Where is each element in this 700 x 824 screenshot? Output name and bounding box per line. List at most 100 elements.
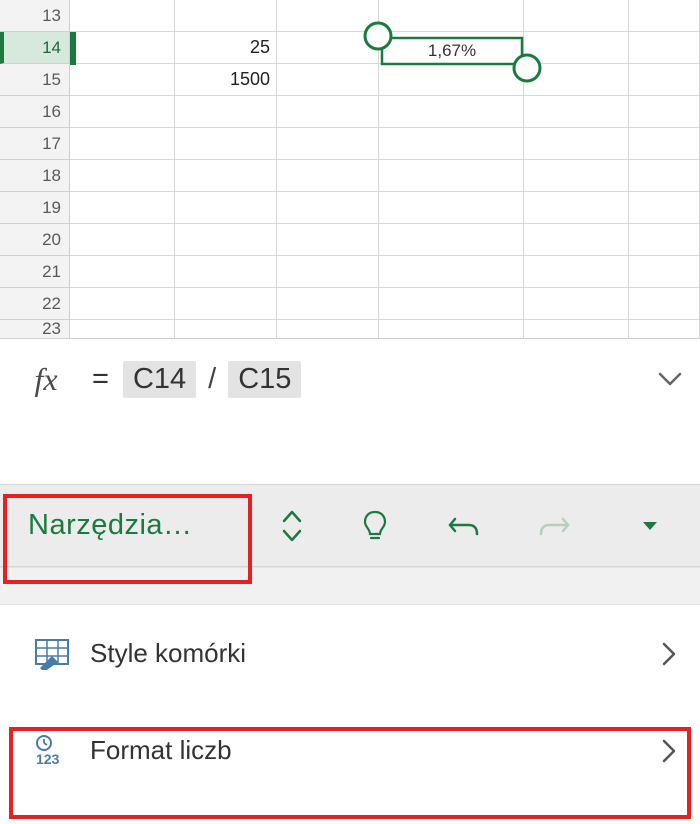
cell[interactable]	[629, 224, 700, 256]
cell[interactable]	[175, 192, 277, 224]
ribbon-toolbar: Narzędzia…	[0, 484, 700, 567]
row-header[interactable]: 22	[0, 288, 70, 320]
cell[interactable]	[70, 256, 175, 288]
formula-ref[interactable]: C15	[228, 361, 301, 398]
cell[interactable]	[175, 256, 277, 288]
number-format-item[interactable]: 123 Format liczb	[0, 702, 700, 799]
cell[interactable]	[629, 320, 700, 338]
cell[interactable]	[277, 128, 379, 160]
cell[interactable]	[379, 320, 524, 338]
formula-bar[interactable]: fx = C14 / C15	[0, 338, 700, 484]
cell[interactable]	[70, 224, 175, 256]
chevron-down-icon	[658, 372, 682, 386]
cell[interactable]: 25	[175, 32, 277, 64]
spreadsheet-grid[interactable]: 13 14 25 15 1500 16 17 18 19	[0, 0, 700, 338]
row-header[interactable]: 14	[0, 32, 70, 64]
cell[interactable]	[277, 192, 379, 224]
cell[interactable]	[277, 320, 379, 338]
cell[interactable]	[629, 288, 700, 320]
cell[interactable]	[70, 192, 175, 224]
cell[interactable]	[379, 128, 524, 160]
row-header[interactable]: 23	[0, 320, 70, 338]
cell[interactable]	[277, 96, 379, 128]
cell[interactable]	[277, 224, 379, 256]
cell[interactable]	[629, 256, 700, 288]
cell[interactable]	[629, 160, 700, 192]
cell[interactable]	[175, 224, 277, 256]
cell[interactable]	[379, 256, 524, 288]
row-header[interactable]: 20	[0, 224, 70, 256]
cell[interactable]	[524, 192, 629, 224]
cell[interactable]	[524, 0, 629, 32]
ideas-button[interactable]	[331, 485, 419, 566]
cell[interactable]	[524, 64, 629, 96]
row-header[interactable]: 19	[0, 192, 70, 224]
cell[interactable]	[175, 288, 277, 320]
cell[interactable]	[524, 320, 629, 338]
cell-styles-icon	[24, 638, 80, 670]
row-header[interactable]: 17	[0, 128, 70, 160]
cell[interactable]	[629, 128, 700, 160]
cell[interactable]	[379, 192, 524, 224]
tools-label: Narzędzia…	[28, 509, 193, 542]
cell[interactable]	[379, 64, 524, 96]
cell[interactable]	[70, 320, 175, 338]
chevron-right-icon	[662, 739, 676, 763]
expand-collapse-button[interactable]	[253, 485, 331, 566]
cell[interactable]	[70, 64, 175, 96]
row-header[interactable]: 21	[0, 256, 70, 288]
cell[interactable]	[379, 96, 524, 128]
cell[interactable]	[379, 224, 524, 256]
cell[interactable]	[277, 64, 379, 96]
cell[interactable]	[70, 288, 175, 320]
cell[interactable]: 1500	[175, 64, 277, 96]
cell[interactable]	[277, 256, 379, 288]
cell[interactable]	[629, 32, 700, 64]
cell[interactable]	[629, 96, 700, 128]
cell[interactable]	[524, 96, 629, 128]
cell[interactable]	[277, 160, 379, 192]
row-header[interactable]: 16	[0, 96, 70, 128]
tools-dropdown[interactable]: Narzędzia…	[0, 485, 253, 566]
cell[interactable]	[175, 320, 277, 338]
cell[interactable]	[70, 32, 175, 64]
cell[interactable]	[379, 288, 524, 320]
cell[interactable]	[379, 0, 524, 32]
cell[interactable]	[70, 96, 175, 128]
fx-icon[interactable]: fx	[0, 339, 92, 419]
chevron-right-icon	[662, 642, 676, 666]
cell[interactable]	[70, 160, 175, 192]
cell[interactable]	[277, 32, 379, 64]
cell[interactable]	[629, 0, 700, 32]
formula-input[interactable]: = C14 / C15	[92, 339, 640, 419]
cell[interactable]	[629, 64, 700, 96]
cell[interactable]	[175, 128, 277, 160]
cell[interactable]	[175, 160, 277, 192]
cell[interactable]	[379, 32, 524, 64]
cell[interactable]	[524, 256, 629, 288]
cell[interactable]	[277, 288, 379, 320]
cell[interactable]	[524, 224, 629, 256]
cell[interactable]	[524, 32, 629, 64]
cell[interactable]	[379, 160, 524, 192]
expand-formula-button[interactable]	[640, 339, 700, 419]
undo-button[interactable]	[419, 485, 509, 566]
cell[interactable]	[629, 192, 700, 224]
cell[interactable]	[524, 288, 629, 320]
row-header[interactable]: 18	[0, 160, 70, 192]
redo-button[interactable]	[509, 485, 599, 566]
cell[interactable]	[70, 128, 175, 160]
row-header[interactable]: 15	[0, 64, 70, 96]
undo-icon	[447, 511, 481, 541]
cell-styles-item[interactable]: Style komórki	[0, 605, 700, 702]
cell[interactable]	[70, 0, 175, 32]
cell[interactable]	[277, 0, 379, 32]
cell[interactable]	[175, 96, 277, 128]
more-dropdown[interactable]	[599, 485, 700, 566]
row-header[interactable]: 13	[0, 0, 70, 32]
selection-indicator	[70, 32, 76, 65]
cell[interactable]	[524, 160, 629, 192]
cell[interactable]	[175, 0, 277, 32]
cell[interactable]	[524, 128, 629, 160]
formula-ref[interactable]: C14	[123, 361, 196, 398]
